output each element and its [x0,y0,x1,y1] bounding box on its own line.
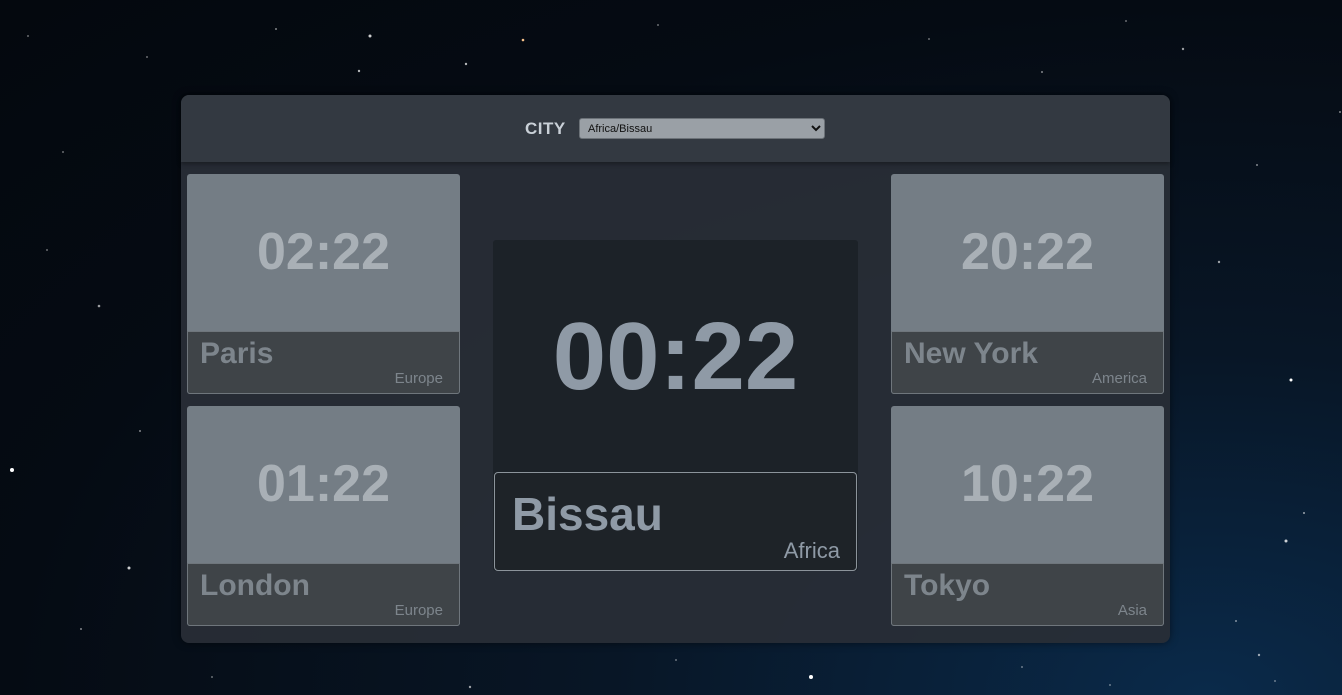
clock-footer: Tokyo Asia [891,563,1164,626]
city-select[interactable]: Africa/Bissau [579,118,825,139]
clock-footer: New York America [891,331,1164,394]
main-clock-footer: Bissau Africa [494,472,857,571]
clock-time: 02:22 [257,223,390,281]
clock-card-new-york: 20:22 New York America [891,174,1164,394]
world-clock-panel: CITY Africa/Bissau 02:22 Paris Europe 01… [181,95,1170,643]
clock-card-london: 01:22 London Europe [187,406,460,626]
clock-city: London [200,569,310,602]
clock-time: 01:22 [257,455,390,513]
clock-time: 20:22 [961,223,1094,281]
clock-city: Paris [200,337,274,370]
clock-time: 10:22 [961,455,1094,513]
clock-footer: London Europe [187,563,460,626]
clock-region: America [1091,370,1147,387]
clock-city: Tokyo [904,569,991,602]
city-label: CITY [525,119,566,138]
main-clock-region: Africa [783,538,840,563]
clock-city: New York [904,337,1038,370]
clock-card-tokyo: 10:22 Tokyo Asia [891,406,1164,626]
city-selector-bar: CITY Africa/Bissau [181,95,1170,162]
main-clock-city: Bissau [512,488,663,540]
clock-region: Asia [1117,602,1147,619]
clock-region: Europe [394,370,443,387]
main-clock-time: 00:22 [552,303,799,410]
clock-region: Europe [394,602,443,619]
main-clock: 00:22 Bissau Africa [493,240,858,571]
clock-footer: Paris Europe [187,331,460,394]
clock-card-paris: 02:22 Paris Europe [187,174,460,394]
